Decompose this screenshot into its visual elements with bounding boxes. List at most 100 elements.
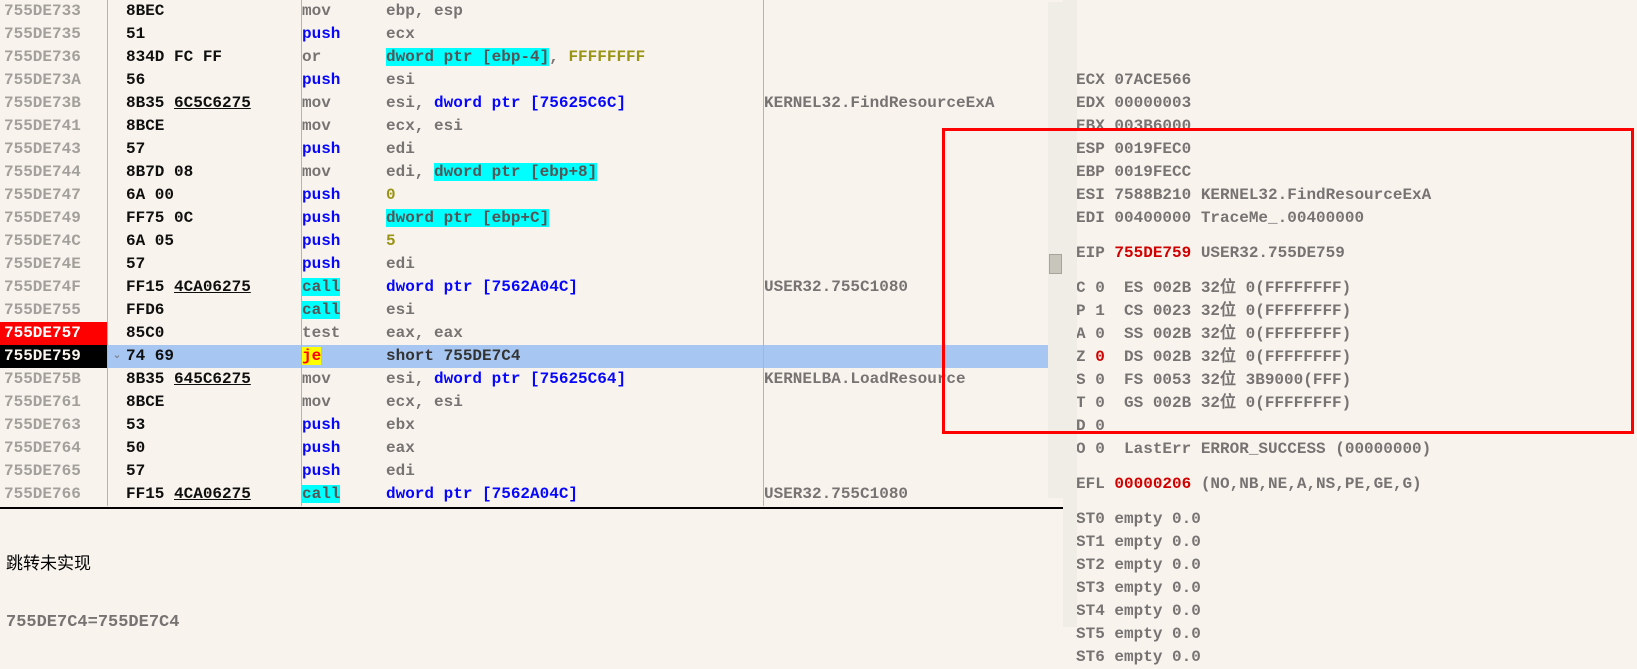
address-cell[interactable]: 755DE735 <box>0 23 108 46</box>
disasm-scrollbar[interactable] <box>1048 2 1063 498</box>
operands-cell: edi <box>386 253 764 276</box>
disasm-row[interactable]: 755DE759⌄74 69jeshort 755DE7C4 <box>0 345 1064 368</box>
flag-line[interactable]: C 0 ES 002B 32位 0(FFFFFFFF) <box>1076 277 1637 300</box>
disasm-row[interactable]: 755DE7618BCEmovecx, esi <box>0 391 1064 414</box>
disasm-row[interactable]: 755DE73551pushecx <box>0 23 1064 46</box>
registers-scrollbar[interactable] <box>1063 0 1077 627</box>
disasm-row[interactable]: 755DE7338BECmovebp, esp <box>0 0 1064 23</box>
address-cell[interactable]: 755DE743 <box>0 138 108 161</box>
address-cell[interactable]: 755DE764 <box>0 437 108 460</box>
register-line[interactable]: EBX 003B6000 <box>1076 115 1637 138</box>
disasm-row[interactable]: 755DE73B8B35 6C5C6275movesi, dword ptr [… <box>0 92 1064 115</box>
mnemonic-cell: call <box>302 299 386 322</box>
disasm-row[interactable]: 755DE766FF15 4CA06275calldword ptr [7562… <box>0 483 1064 506</box>
flag-line[interactable]: D 0 <box>1076 415 1637 438</box>
eip-register[interactable]: EIP 755DE759 USER32.755DE759 <box>1076 242 1637 265</box>
efl-register[interactable]: EFL 00000206 (NO,NB,NE,A,NS,PE,GE,G) <box>1076 473 1637 496</box>
address-cell[interactable]: 755DE73B <box>0 92 108 115</box>
operands-cell: 0 <box>386 184 764 207</box>
operands-cell: ecx, esi <box>386 391 764 414</box>
register-line[interactable]: ECX 07ACE566 <box>1076 69 1637 92</box>
comment-cell <box>764 391 1064 414</box>
disasm-row[interactable]: 755DE73A56pushesi <box>0 69 1064 92</box>
disasm-row[interactable]: 755DE76450pusheax <box>0 437 1064 460</box>
disasm-row[interactable]: 755DE7448B7D 08movedi, dword ptr [ebp+8] <box>0 161 1064 184</box>
address-cell[interactable]: 755DE759 <box>0 345 108 368</box>
jump-status-text: 跳转未实现 <box>6 549 1058 575</box>
address-cell[interactable]: 755DE744 <box>0 161 108 184</box>
fpu-register[interactable]: ST2 empty 0.0 <box>1076 554 1637 577</box>
flag-line[interactable]: A 0 SS 002B 32位 0(FFFFFFFF) <box>1076 323 1637 346</box>
address-cell[interactable]: 755DE761 <box>0 391 108 414</box>
bytes-cell: 6A 05 <box>126 230 302 253</box>
bytes-cell: 50 <box>126 437 302 460</box>
disasm-rows[interactable]: 755DE7338BECmovebp, esp755DE73551pushecx… <box>0 0 1064 506</box>
jump-arrow-icon <box>108 46 126 69</box>
fpu-register[interactable]: ST1 empty 0.0 <box>1076 531 1637 554</box>
address-cell[interactable]: 755DE747 <box>0 184 108 207</box>
jump-arrow-icon <box>108 391 126 414</box>
address-cell[interactable]: 755DE763 <box>0 414 108 437</box>
bytes-cell: FF15 4CA06275 <box>126 276 302 299</box>
disasm-row[interactable]: 755DE75B8B35 645C6275movesi, dword ptr [… <box>0 368 1064 391</box>
disasm-row[interactable]: 755DE76557pushedi <box>0 460 1064 483</box>
address-cell[interactable]: 755DE75B <box>0 368 108 391</box>
disasm-row[interactable]: 755DE74FFF15 4CA06275calldword ptr [7562… <box>0 276 1064 299</box>
disasm-row[interactable]: 755DE75785C0testeax, eax <box>0 322 1064 345</box>
flag-line[interactable]: Z 0 DS 002B 32位 0(FFFFFFFF) <box>1076 346 1637 369</box>
address-cell[interactable]: 755DE749 <box>0 207 108 230</box>
address-cell[interactable]: 755DE757 <box>0 322 108 345</box>
registers-pane[interactable]: ECX 07ACE566EDX 00000003EBX 003B6000ESP … <box>1066 0 1637 627</box>
address-cell[interactable]: 755DE765 <box>0 460 108 483</box>
disasm-row[interactable]: 755DE74E57pushedi <box>0 253 1064 276</box>
operands-cell: short 755DE7C4 <box>386 345 764 368</box>
jump-arrow-icon <box>108 92 126 115</box>
disassembly-pane[interactable]: 755DE7338BECmovebp, esp755DE73551pushecx… <box>0 0 1066 627</box>
disasm-row[interactable]: 755DE755FFD6callesi <box>0 299 1064 322</box>
jump-arrow-icon <box>108 23 126 46</box>
register-line[interactable]: ESP 0019FEC0 <box>1076 138 1637 161</box>
fpu-register[interactable]: ST0 empty 0.0 <box>1076 508 1637 531</box>
register-line[interactable]: EDX 00000003 <box>1076 92 1637 115</box>
register-line[interactable]: ESI 7588B210 KERNEL32.FindResourceExA <box>1076 184 1637 207</box>
flag-line[interactable]: S 0 FS 0053 32位 3B9000(FFF) <box>1076 369 1637 392</box>
fpu-register[interactable]: ST4 empty 0.0 <box>1076 600 1637 623</box>
comment-cell: USER32.755C1080 <box>764 483 1064 506</box>
operands-cell: ebp, esp <box>386 0 764 23</box>
register-line[interactable]: EDI 00400000 TraceMe_.00400000 <box>1076 207 1637 230</box>
comment-cell <box>764 0 1064 23</box>
disasm-row[interactable]: 755DE7476A 00push0 <box>0 184 1064 207</box>
jump-arrow-icon <box>108 138 126 161</box>
address-cell[interactable]: 755DE741 <box>0 115 108 138</box>
fpu-register[interactable]: ST3 empty 0.0 <box>1076 577 1637 600</box>
disasm-row[interactable]: 755DE7418BCEmovecx, esi <box>0 115 1064 138</box>
address-cell[interactable]: 755DE733 <box>0 0 108 23</box>
address-cell[interactable]: 755DE74E <box>0 253 108 276</box>
comment-cell <box>764 253 1064 276</box>
address-cell[interactable]: 755DE74C <box>0 230 108 253</box>
disasm-row[interactable]: 755DE74C6A 05push5 <box>0 230 1064 253</box>
jump-arrow-icon <box>108 322 126 345</box>
flag-line[interactable]: T 0 GS 002B 32位 0(FFFFFFFF) <box>1076 392 1637 415</box>
disasm-row[interactable]: 755DE76353pushebx <box>0 414 1064 437</box>
operands-cell: eax, eax <box>386 322 764 345</box>
mnemonic-cell: call <box>302 483 386 506</box>
address-cell[interactable]: 755DE73A <box>0 69 108 92</box>
bytes-cell: 8BCE <box>126 391 302 414</box>
fpu-register[interactable]: ST6 empty 0.0 <box>1076 646 1637 669</box>
scrollbar-thumb[interactable] <box>1049 254 1062 274</box>
flag-line[interactable]: O 0 LastErr ERROR_SUCCESS (00000000) <box>1076 438 1637 461</box>
disasm-row[interactable]: 755DE749FF75 0Cpushdword ptr [ebp+C] <box>0 207 1064 230</box>
debugger-window: 755DE7338BECmovebp, esp755DE73551pushecx… <box>0 0 1637 627</box>
register-line[interactable]: EBP 0019FECC <box>1076 161 1637 184</box>
address-cell[interactable]: 755DE74F <box>0 276 108 299</box>
disasm-row[interactable]: 755DE74357pushedi <box>0 138 1064 161</box>
address-cell[interactable]: 755DE766 <box>0 483 108 506</box>
status-pane: 跳转未实现 755DE7C4=755DE7C4 <box>0 507 1064 627</box>
flag-line[interactable]: P 1 CS 0023 32位 0(FFFFFFFF) <box>1076 300 1637 323</box>
disasm-row[interactable]: 755DE736834D FC FFordword ptr [ebp-4], F… <box>0 46 1064 69</box>
address-cell[interactable]: 755DE736 <box>0 46 108 69</box>
fpu-register[interactable]: ST5 empty 0.0 <box>1076 623 1637 646</box>
operands-cell: esi, dword ptr [75625C64] <box>386 368 764 391</box>
address-cell[interactable]: 755DE755 <box>0 299 108 322</box>
